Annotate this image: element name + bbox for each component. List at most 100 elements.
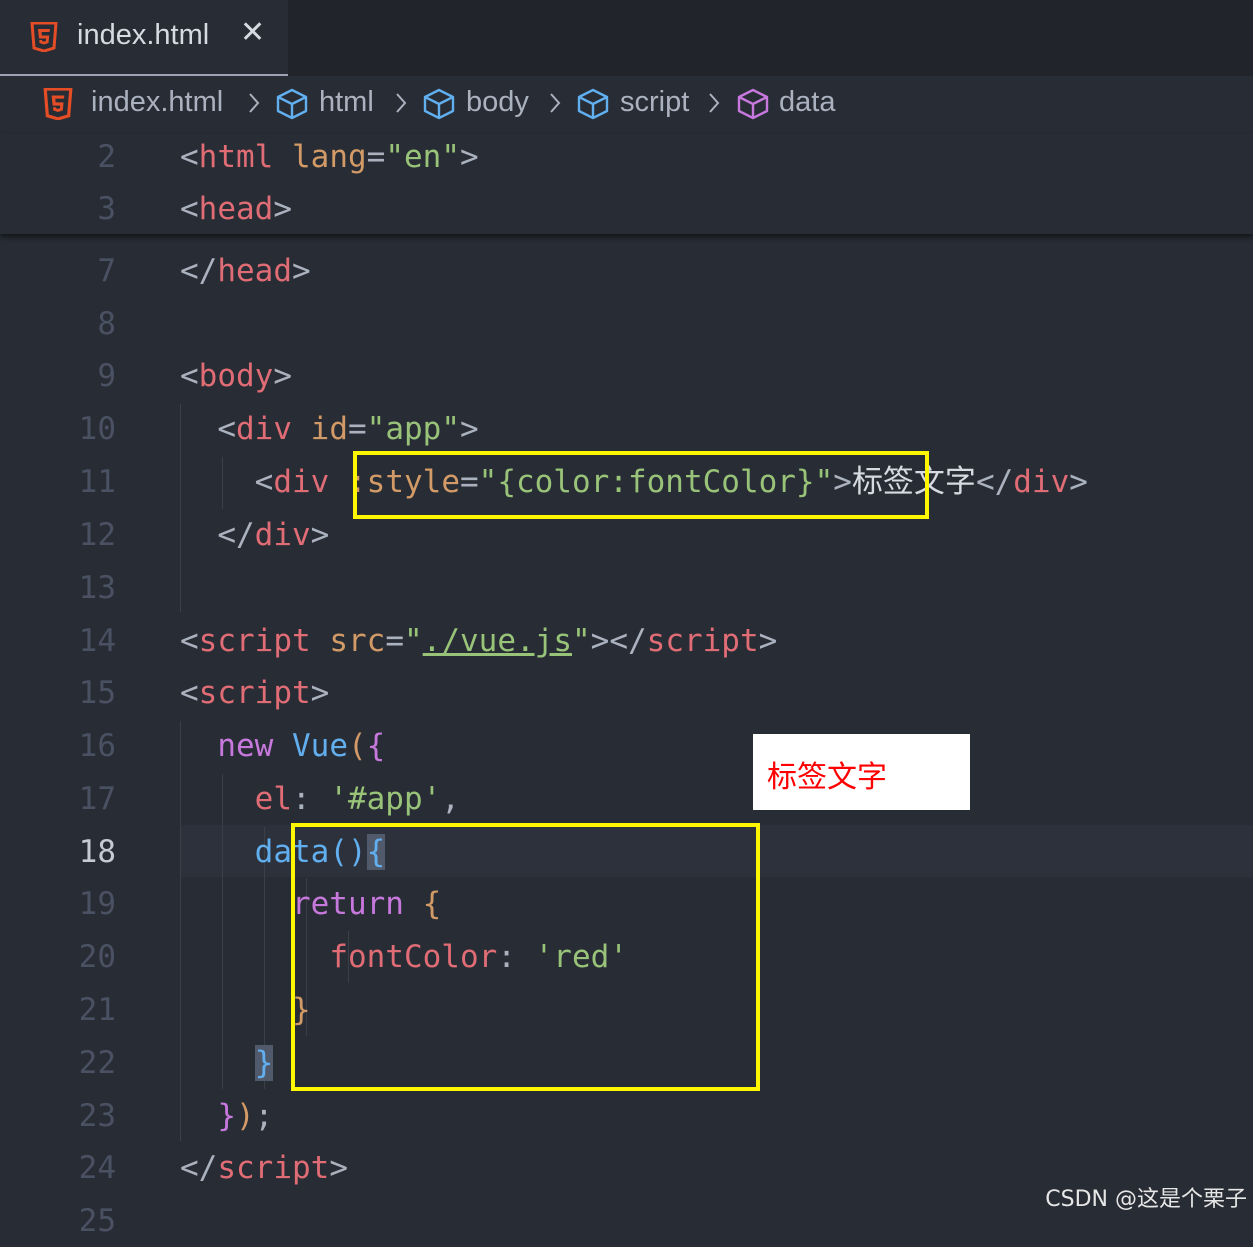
code-token: script	[198, 675, 311, 711]
chevron-right-icon	[249, 93, 260, 113]
code-token: <	[180, 358, 199, 394]
code-token: body	[198, 358, 274, 394]
code-token: =	[366, 139, 386, 175]
breadcrumb-item-script[interactable]: script	[620, 86, 689, 119]
line-number: 9	[97, 358, 116, 394]
breadcrumb-item-file[interactable]: index.html	[91, 86, 223, 119]
line-number: 17	[78, 781, 116, 817]
code-token: ,	[441, 781, 460, 817]
line-number: 10	[78, 411, 116, 447]
tab-index-html[interactable]: index.html ✕	[0, 0, 288, 76]
line-number: 7	[97, 253, 116, 289]
code-token: ;	[254, 1098, 274, 1134]
sticky-scroll-header: 2 <html lang="en"> 3 <head>	[0, 134, 1253, 234]
code-token: "en"	[385, 139, 460, 175]
code-token: ./vue.js	[422, 623, 572, 659]
code-token: Vue	[292, 728, 348, 764]
line-number: 15	[78, 675, 116, 711]
code-line[interactable]: <script>	[180, 667, 329, 719]
code-token: div	[254, 517, 311, 553]
code-token: :	[291, 781, 330, 817]
code-line[interactable]: new Vue({	[180, 720, 385, 772]
code-token: <	[180, 139, 199, 175]
code-line[interactable]: <body>	[180, 350, 292, 402]
code-line[interactable]: <head>	[180, 183, 292, 235]
code-token: =	[385, 623, 404, 659]
code-token: >	[329, 1150, 348, 1186]
line-number: 22	[78, 1045, 116, 1081]
code-token: )	[236, 1098, 255, 1134]
line-number: 23	[78, 1098, 116, 1134]
breadcrumb-item-html[interactable]: html	[319, 86, 374, 119]
code-token: >	[273, 191, 292, 227]
code-line[interactable]: <html lang="en">	[180, 131, 479, 183]
code-token: lang	[292, 139, 367, 175]
code-token: <	[180, 191, 199, 227]
code-token: script	[646, 623, 759, 659]
code-token: </	[180, 1150, 218, 1186]
cube-icon	[577, 88, 609, 120]
code-token: id	[310, 411, 348, 447]
code-token: <	[180, 623, 199, 659]
preview-text: 标签文字	[767, 760, 887, 795]
code-token: div	[1013, 464, 1070, 500]
line-number: 19	[78, 886, 116, 922]
code-line[interactable]: </head>	[180, 245, 311, 297]
html5-icon	[30, 22, 58, 52]
breadcrumb-item-body[interactable]: body	[466, 86, 529, 119]
line-number: 13	[78, 570, 116, 606]
line-number: 25	[78, 1203, 116, 1239]
code-token: el	[254, 781, 292, 817]
code-token: {	[366, 728, 386, 764]
line-number: 14	[78, 623, 116, 659]
code-token: (	[348, 728, 367, 764]
code-token: "app"	[366, 411, 460, 447]
code-line[interactable]: </script>	[180, 1142, 348, 1194]
code-token: </	[180, 253, 218, 289]
tab-title: index.html	[77, 19, 210, 51]
code-line[interactable]: <div id="app">	[180, 403, 479, 455]
watermark: CSDN @这是个栗子	[1045, 1187, 1247, 1212]
line-number: 11	[78, 464, 116, 500]
line-number: 24	[78, 1150, 116, 1186]
code-token: head	[217, 253, 292, 289]
code-line[interactable]: el: '#app',	[180, 773, 460, 825]
code-token: <	[180, 675, 199, 711]
line-number-active: 18	[78, 834, 116, 870]
code-line[interactable]: }	[180, 1037, 274, 1089]
code-line[interactable]: });	[180, 1090, 273, 1142]
chevron-right-icon	[550, 93, 561, 113]
breadcrumb: index.html html body script data	[0, 76, 1253, 134]
line-number: 3	[97, 191, 116, 227]
cube-icon	[737, 88, 769, 120]
cube-icon	[423, 88, 455, 120]
code-token: "	[404, 623, 423, 659]
code-token: >	[460, 411, 479, 447]
code-line[interactable]: </div>	[180, 509, 329, 561]
code-token: src	[329, 623, 386, 659]
code-token: "	[571, 623, 591, 659]
code-token: >	[310, 675, 330, 711]
code-line[interactable]: <script src="./vue.js"></script>	[180, 615, 777, 667]
code-token: >	[310, 517, 330, 553]
code-token: </	[975, 464, 1014, 500]
breadcrumb-item-data[interactable]: data	[779, 86, 835, 119]
code-token: <	[180, 411, 236, 447]
line-number: 16	[78, 728, 116, 764]
code-token: head	[198, 191, 274, 227]
chevron-right-icon	[709, 93, 720, 113]
highlight-box-data-function	[291, 823, 760, 1091]
close-icon[interactable]: ✕	[240, 15, 265, 50]
code-token: div	[273, 464, 330, 500]
line-number: 20	[78, 939, 116, 975]
code-token: }	[217, 1098, 236, 1134]
